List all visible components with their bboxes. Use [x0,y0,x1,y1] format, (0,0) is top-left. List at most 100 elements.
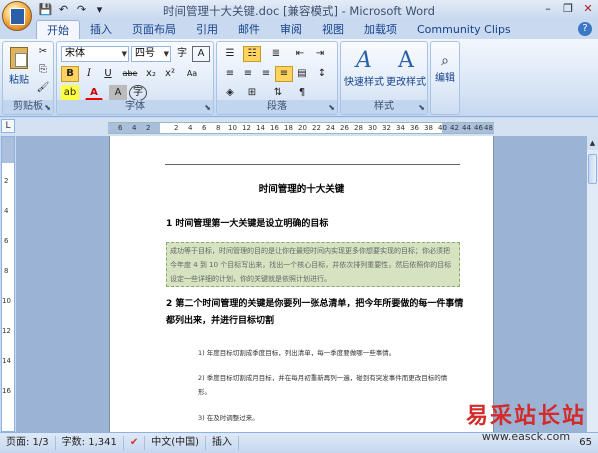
font-size-select[interactable]: 四号 ▼ [131,46,171,62]
ruler-tick: 28 [354,124,363,132]
increase-indent-icon[interactable]: ⇥ [311,46,329,62]
numbering-icon[interactable]: ☷ [243,46,261,62]
title-bar: 💾 ↶ ↷ ▾ 时间管理十大关键.doc [兼容模式] - Microsoft … [0,0,598,20]
change-styles-label: 更改样式 [386,77,426,88]
header-rule [165,164,460,165]
copy-icon[interactable]: ⎘ [34,62,52,78]
document-title: 时间管理的十大关键 [258,184,345,195]
enclose-char-button[interactable]: 字 [129,85,147,101]
office-button[interactable] [2,1,32,31]
ruler-tick: 48 [484,124,493,132]
vruler-tick: 6 [4,237,9,245]
line-spacing-icon[interactable]: ↕ [313,66,331,82]
ruler-tick: 6 [202,124,207,132]
align-left-icon[interactable]: ≡ [221,66,239,82]
tab-community-clips[interactable]: Community Clips [407,20,521,39]
tab-view[interactable]: 视图 [312,20,354,39]
help-icon[interactable]: ? [578,22,592,36]
quick-styles-button[interactable]: A 快速样式 [344,45,384,91]
sort-icon[interactable]: ⇅ [269,85,287,101]
show-marks-icon[interactable]: ¶ [293,85,311,101]
font-size-value: 四号 [135,48,155,59]
close-button[interactable]: ✕ [578,0,598,17]
tab-insert[interactable]: 插入 [80,20,122,39]
underline-button[interactable]: U [99,66,117,82]
distributed-icon[interactable]: ▤ [293,66,311,82]
borders-icon[interactable]: ⊞ [243,85,261,101]
font-color-button[interactable]: A [85,85,103,101]
maximize-button[interactable]: ❐ [558,0,578,17]
subscript-button[interactable]: x₂ [142,66,160,82]
binoculars-icon: ⌕ [441,52,449,69]
ruler-tick: 44 [462,124,471,132]
ruler-tick: 12 [242,124,251,132]
change-styles-button[interactable]: A 更改样式 [385,45,427,91]
insert-mode[interactable]: 插入 [206,436,240,450]
tab-page-layout[interactable]: 页面布局 [122,20,186,39]
language-status[interactable]: 中文(中国) [145,436,207,450]
minimize-button[interactable]: – [538,0,558,17]
multilevel-list-icon[interactable]: ≣ [267,46,285,62]
char-border-icon[interactable]: A [192,46,210,62]
align-center-icon[interactable]: ≡ [239,66,257,82]
ruler-tick: 16 [270,124,279,132]
paragraph-launcher-icon[interactable]: ⬊ [328,103,335,112]
phonetic-guide-icon[interactable]: 字 [173,46,191,62]
styles-launcher-icon[interactable]: ⬊ [418,103,425,112]
proofing-icon[interactable]: ✔ [124,436,146,450]
ruler-tick: 6 [118,124,123,132]
tab-addins[interactable]: 加载项 [354,20,407,39]
ruler-tick: 2 [174,124,179,132]
vruler-tick: 10 [2,297,11,305]
font-name-select[interactable]: 宋体 ▼ [61,46,129,62]
tab-mailings[interactable]: 邮件 [228,20,270,39]
styles-group: A 快速样式 A 更改样式 样式 ⬊ [340,41,428,115]
superscript-button[interactable]: x² [161,66,179,82]
ruler-tick: 22 [312,124,321,132]
scroll-up-icon[interactable]: ▲ [587,136,598,150]
page-count[interactable]: 页面: 1/3 [0,436,56,450]
italic-button[interactable]: I [80,66,98,82]
change-case-button[interactable]: Aa [183,66,201,82]
format-painter-icon[interactable]: 🖌 [34,80,52,96]
shaded-paragraph-text: 成功等于目标，时间管理的目的是让你在最短时间内实现更多你想要实现的目标；你必须把… [170,247,452,283]
font-launcher-icon[interactable]: ⬊ [204,103,211,112]
ruler-tick: 24 [326,124,335,132]
tab-references[interactable]: 引用 [186,20,228,39]
paragraph-group: ☰ ☷ ≣ ⇤ ⇥ ≡ ≡ ≡ ≡ ▤ ↕ ◈ ⊞ ⇅ ¶ 段落 ⬊ [216,41,338,115]
font-group-label: 字体 [57,100,213,114]
vruler-tick: 4 [4,207,9,215]
shading-icon[interactable]: ◈ [221,85,239,101]
highlight-icon[interactable]: ab [61,85,79,101]
tab-selector-icon[interactable]: L [1,119,15,133]
shaded-paragraph: 成功等于目标，时间管理的目的是让你在最短时间内实现更多你想要实现的目标；你必须把… [166,242,460,287]
scroll-thumb[interactable] [588,154,597,184]
ruler-tick: 30 [368,124,377,132]
strikethrough-button[interactable]: abe [121,66,139,82]
quick-styles-icon: A [356,48,372,73]
document-page[interactable]: 时间管理的十大关键 1 时间管理第一大关键是设立明确的目标 成功等于目标，时间管… [109,136,494,432]
clipboard-launcher-icon[interactable]: ⬊ [44,103,51,112]
tab-home[interactable]: 开始 [36,20,80,39]
quick-styles-label: 快速样式 [344,77,384,88]
editing-button[interactable]: ⌕ 编辑 [432,45,458,91]
tab-review[interactable]: 审阅 [270,20,312,39]
paste-button[interactable]: 粘贴 [7,46,31,86]
word-count[interactable]: 字数: 1,341 [56,436,124,450]
ruler-tick: 32 [382,124,391,132]
ruler-tick: 34 [396,124,405,132]
bullets-icon[interactable]: ☰ [221,46,239,62]
office-logo-icon [10,8,25,25]
decrease-indent-icon[interactable]: ⇤ [291,46,309,62]
char-shading-button[interactable]: A [109,85,127,101]
justify-icon[interactable]: ≡ [275,66,293,82]
vertical-ruler[interactable]: 2 4 6 8 10 12 14 16 [1,136,15,432]
vruler-tick: 8 [4,267,9,275]
cut-icon[interactable]: ✂ [34,44,52,60]
bold-button[interactable]: B [61,66,79,82]
align-right-icon[interactable]: ≡ [257,66,275,82]
vertical-scrollbar[interactable]: ▲ [586,136,598,432]
list-item: 2) 季度目标切割成月目标，并在每月初重新再列一遍，碰到有突发事件而更改目标的情… [198,374,448,396]
horizontal-ruler[interactable]: 6 4 2 2 4 6 8 10 12 14 16 18 20 22 24 26… [108,122,494,134]
heading-1: 1 时间管理第一大关键是设立明确的目标 [166,219,329,229]
